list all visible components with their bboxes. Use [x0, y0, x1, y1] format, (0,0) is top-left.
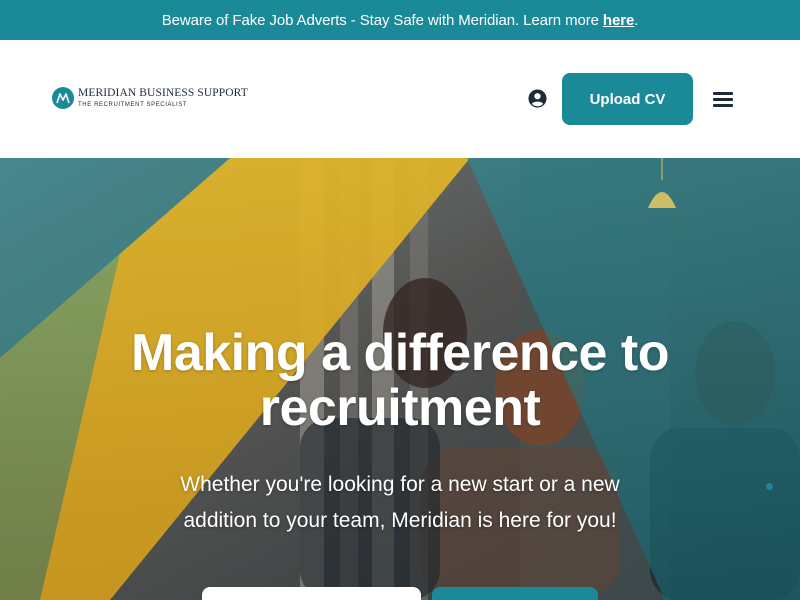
hero-section: Making a difference to recruitment Wheth… [0, 158, 800, 600]
fake-job-alert-banner: Beware of Fake Job Adverts - Stay Safe w… [0, 0, 800, 40]
alert-text: Beware of Fake Job Adverts - Stay Safe w… [161, 11, 599, 29]
alert-suffix: . [634, 11, 639, 29]
logo-tagline: THE RECRUITMENT SPECIALIST [78, 101, 188, 108]
site-header: MERIDIAN BUSINESS SUPPORT THE RECRUITMEN… [0, 40, 800, 158]
hero-title: Making a difference to recruitment [0, 326, 800, 436]
logo-mark-icon [52, 87, 74, 109]
site-logo[interactable]: MERIDIAN BUSINESS SUPPORT THE RECRUITMEN… [52, 87, 248, 109]
logo-wordmark: MERIDIAN BUSINESS SUPPORT THE RECRUITMEN… [78, 88, 248, 108]
user-circle-icon[interactable] [528, 89, 547, 108]
logo-name: MERIDIAN BUSINESS SUPPORT [78, 87, 248, 100]
hero-secondary-button[interactable] [432, 587, 598, 600]
upload-cv-button[interactable]: Upload CV [562, 73, 693, 125]
alert-learn-more-link[interactable]: here [603, 12, 634, 29]
hamburger-menu-icon[interactable] [713, 92, 733, 107]
carousel-dot[interactable] [766, 483, 773, 490]
hero-title-line1: Making a difference to [131, 324, 670, 382]
hero-primary-button[interactable] [202, 587, 421, 600]
hero-title-line2: recruitment [259, 379, 541, 437]
hero-subtitle: Whether you're looking for a new start o… [180, 473, 620, 532]
